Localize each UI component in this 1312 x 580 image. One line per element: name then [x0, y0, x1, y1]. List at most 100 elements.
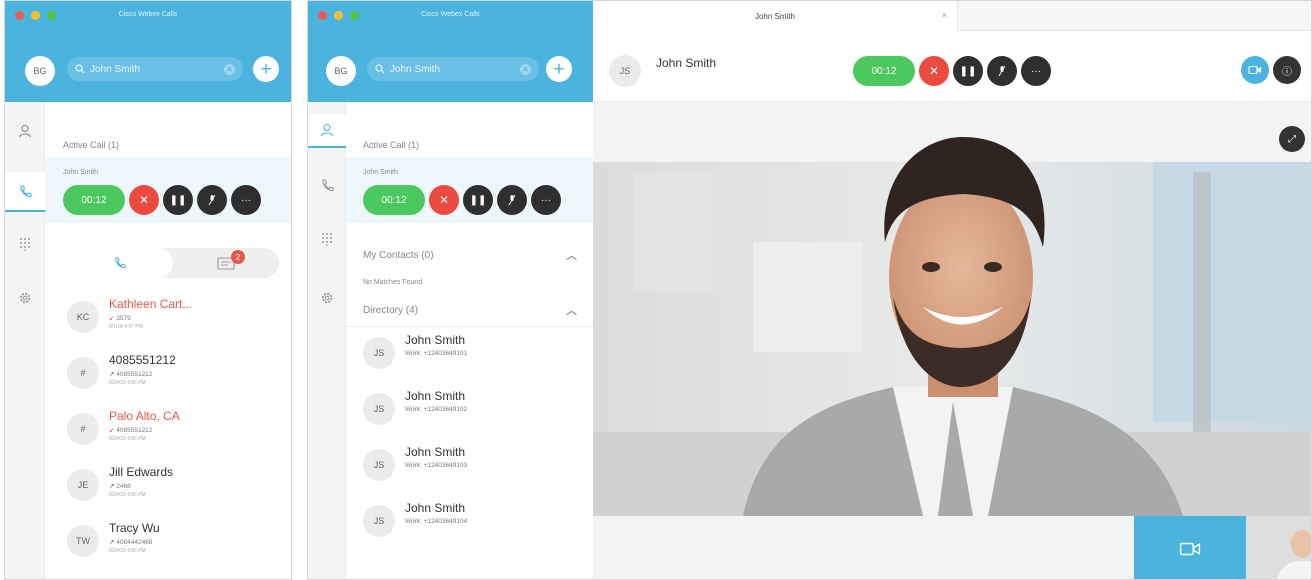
main-window: Cisco Webex Calls BG John Smith ✕ + Acti…: [4, 0, 292, 580]
more-options-button[interactable]: ···: [231, 185, 261, 215]
microphone-icon: [208, 194, 216, 206]
directory-details: John Smith Work: +12403649102: [405, 389, 467, 413]
contact-avatar: TW: [67, 525, 99, 557]
pause-icon: ❚❚: [959, 65, 977, 77]
list-item[interactable]: # Palo Alto, CA ↙ 4085551212 8/24/18 4:56 P…: [67, 409, 180, 445]
window-title: Cisco Webex Calls: [421, 11, 480, 18]
contact-number: Work: +12403649103: [405, 462, 468, 469]
call-time: 8/24/18 4:56 PM: [109, 436, 146, 442]
outgoing-call-icon: ↗: [109, 371, 115, 378]
user-avatar[interactable]: BG: [326, 56, 356, 86]
call-controls: 00:12 ✕ ❚❚ ···: [853, 56, 1051, 86]
more-options-button[interactable]: ···: [531, 185, 561, 215]
chevron-up-icon: ︿: [566, 250, 577, 262]
sidebar-item-settings[interactable]: [308, 281, 346, 315]
search-input[interactable]: John Smith: [390, 64, 440, 75]
new-call-button[interactable]: +: [546, 56, 572, 82]
person-icon: [18, 124, 32, 138]
contact-name: Kathleen Cart...: [109, 297, 193, 311]
mute-button[interactable]: [987, 56, 1017, 86]
tab-call[interactable]: John Smith ×: [593, 1, 958, 31]
collapse-directory-button[interactable]: ︿: [566, 302, 577, 318]
sidebar-item-contacts[interactable]: [308, 114, 346, 148]
list-item[interactable]: TW Tracy Wu ↗ 4084442468 8/24/18 4:56 PM: [67, 521, 160, 557]
call-number: ↗ 4085551212: [109, 371, 153, 378]
more-options-button[interactable]: ···: [1021, 56, 1051, 86]
collapse-contacts-button[interactable]: ︿: [566, 247, 577, 263]
call-info-button[interactable]: ⓘ: [1273, 56, 1301, 84]
expand-video-button[interactable]: ⤢: [1279, 126, 1305, 152]
sidebar-item-settings[interactable]: [5, 281, 45, 315]
call-controls: 00:12 ✕ ❚❚ ···: [63, 185, 261, 215]
dialpad-icon: [322, 233, 332, 246]
contact-avatar: JS: [363, 337, 395, 369]
new-call-button[interactable]: +: [253, 56, 279, 82]
list-item[interactable]: #4085551212 ↗ 4085551212 8/24/18 4:56 PM: [67, 353, 176, 389]
header-bar: Cisco Webex Calls BG John Smith ✕ +: [308, 1, 593, 102]
directory-item[interactable]: JS John Smith Work: +12403649103: [363, 445, 467, 481]
contact-avatar: JS: [363, 505, 395, 537]
list-item[interactable]: KC Kathleen Cart... ↙ 3579 8/7/18 4:07 PM: [67, 297, 192, 333]
sidebar-item-dialpad[interactable]: [5, 227, 45, 261]
caller-avatar: JS: [609, 55, 641, 87]
self-view-tile[interactable]: [1134, 516, 1246, 579]
missed-call-icon: ↙: [109, 427, 115, 434]
user-avatar[interactable]: BG: [25, 56, 55, 86]
caller-name: John Smith: [656, 56, 717, 70]
list-item[interactable]: JE Jill Edwards ↗ 2468 8/24/18 4:56 PM: [67, 465, 173, 501]
contact-name: John Smith: [405, 501, 466, 515]
active-call-heading: Active Call (1): [363, 140, 420, 150]
sidebar: [308, 102, 346, 579]
directory-item[interactable]: JS John Smith Work: +12403649101: [363, 333, 467, 369]
end-call-button[interactable]: ✕: [919, 56, 949, 86]
close-icon: ✕: [928, 64, 940, 78]
sidebar-item-calls[interactable]: [308, 168, 346, 202]
microphone-icon: [508, 194, 516, 206]
contact-number: Work: +12403649101: [405, 350, 468, 357]
call-timer: 00:12: [63, 185, 125, 215]
directory-item[interactable]: JS John Smith Work: +12403649102: [363, 389, 467, 425]
recent-details: 4085551212 ↗ 4085551212 8/24/18 4:56 PM: [109, 353, 176, 386]
hold-button[interactable]: ❚❚: [953, 56, 983, 86]
tab-messages[interactable]: 2: [173, 248, 279, 278]
divider: [346, 326, 593, 327]
sidebar-item-contacts[interactable]: [5, 114, 45, 148]
search-field[interactable]: John Smith ✕: [67, 57, 243, 81]
clear-search-icon[interactable]: ✕: [224, 63, 235, 75]
contact-avatar: KC: [67, 301, 99, 333]
search-input[interactable]: John Smith: [90, 64, 140, 75]
mute-button[interactable]: [197, 185, 227, 215]
contact-name: 4085551212: [109, 353, 176, 367]
tab-title: John Smith: [754, 11, 796, 21]
end-call-button[interactable]: ✕: [429, 185, 459, 215]
tab-close-icon[interactable]: ×: [942, 10, 947, 20]
directory-details: John Smith Work: +12403649103: [405, 445, 467, 469]
call-number: ↗ 4084442468: [109, 539, 153, 546]
active-call-name: John Smith: [63, 169, 99, 176]
hold-button[interactable]: ❚❚: [163, 185, 193, 215]
gear-icon: [321, 292, 333, 304]
hold-button[interactable]: ❚❚: [463, 185, 493, 215]
video-toggle-button[interactable]: [1241, 56, 1269, 84]
participant-thumbnail[interactable]: [1246, 516, 1311, 579]
tab-calls[interactable]: [67, 248, 173, 278]
video-strip: [593, 516, 1311, 579]
window-title: Cisco Webex Calls: [118, 11, 178, 18]
end-call-button[interactable]: ✕: [129, 185, 159, 215]
microphone-icon: [998, 65, 1006, 77]
call-header: JS John Smith 00:12 ✕ ❚❚ ··· ⓘ: [593, 31, 1311, 102]
participant-image: [1246, 516, 1311, 579]
contact-avatar: #: [67, 413, 99, 445]
clear-search-icon[interactable]: ✕: [520, 63, 531, 75]
my-contacts-heading: My Contacts (0): [363, 250, 434, 261]
directory-item[interactable]: JS John Smith Work: +12403649104: [363, 501, 467, 537]
sidebar-item-dialpad[interactable]: [308, 222, 346, 256]
mute-button[interactable]: [497, 185, 527, 215]
sidebar: [5, 102, 45, 579]
search-field[interactable]: John Smith ✕: [367, 57, 539, 81]
outgoing-call-icon: ↗: [109, 539, 115, 546]
recent-details: Jill Edwards ↗ 2468 8/24/18 4:56 PM: [109, 465, 173, 498]
contact-name: John Smith: [405, 333, 466, 347]
remote-video: ⤢: [593, 102, 1311, 516]
sidebar-item-calls[interactable]: [5, 172, 45, 212]
